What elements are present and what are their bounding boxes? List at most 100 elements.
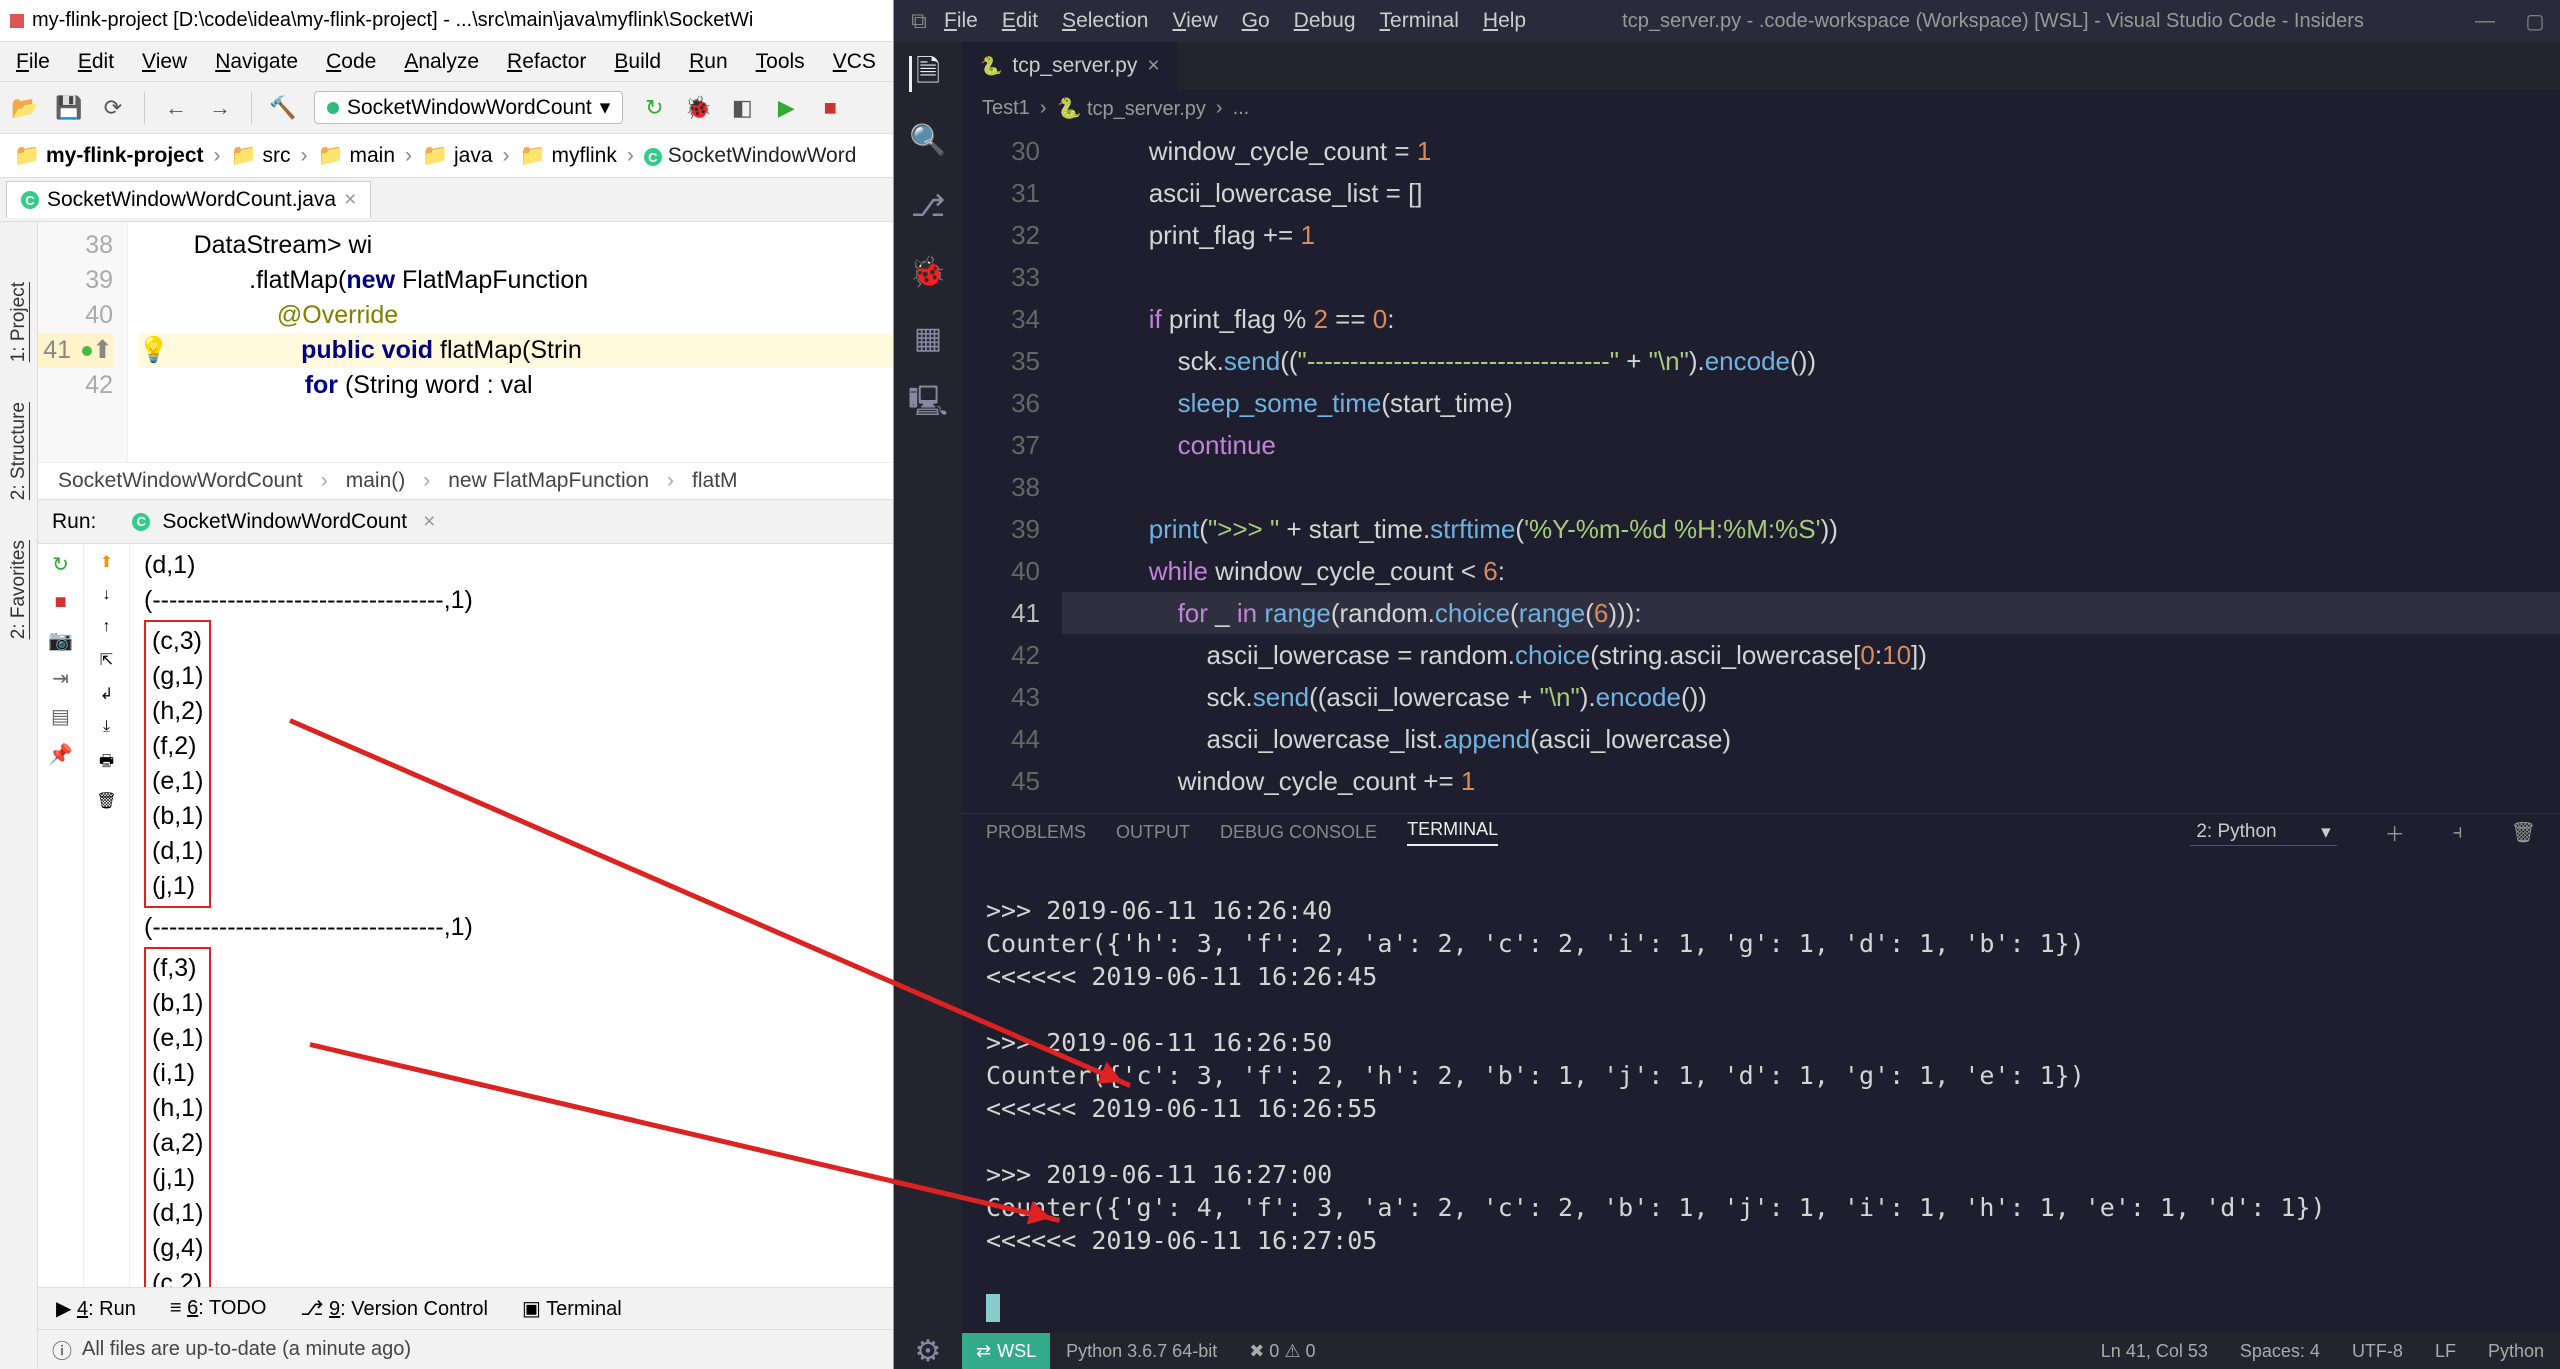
pin-icon[interactable]: 📌 xyxy=(49,742,73,766)
vs-editor[interactable]: 30313233343536373839404142434445 window_… xyxy=(962,126,2560,813)
menu-debug[interactable]: Debug xyxy=(1294,9,1356,33)
bread-item[interactable]: 🐍 tcp_server.py xyxy=(1056,96,1205,121)
play-icon[interactable]: ▶ xyxy=(773,95,799,121)
down-icon[interactable]: ↓ xyxy=(103,586,111,604)
menu-edit[interactable]: Edit xyxy=(1002,9,1038,33)
panel-tab-problems[interactable]: PROBLEMS xyxy=(986,822,1086,843)
crumb-item[interactable]: SocketWindowWordCount xyxy=(58,469,303,493)
save-icon[interactable]: 💾 xyxy=(56,95,82,121)
terminal-selector[interactable]: 2: Python xyxy=(2190,819,2336,846)
panel-tab-output[interactable]: OUTPUT xyxy=(1116,822,1190,843)
layout-icon[interactable]: ▤ xyxy=(49,704,73,728)
status-lang[interactable]: Python xyxy=(2472,1341,2560,1362)
menu-help[interactable]: Help xyxy=(1483,9,1526,33)
side-tab[interactable]: 1: Project xyxy=(8,282,30,362)
status-problems[interactable]: ✖ 0 ⚠ 0 xyxy=(1233,1341,1331,1362)
close-icon[interactable]: × xyxy=(344,188,356,212)
debug-icon[interactable]: 🐞 xyxy=(910,254,946,290)
bread-src[interactable]: 📁 src xyxy=(231,144,291,168)
close-icon[interactable]: × xyxy=(423,510,435,534)
bread-item[interactable]: ... xyxy=(1233,97,1250,120)
build-icon[interactable]: 🔨 xyxy=(270,95,296,121)
terminal-tab[interactable]: ▣ Terminal xyxy=(522,1296,622,1321)
menu-run[interactable]: Run xyxy=(689,50,728,74)
debug-icon[interactable]: 🐞 xyxy=(685,95,711,121)
rerun-icon[interactable]: ↻ xyxy=(49,552,73,576)
menu-navigate[interactable]: Navigate xyxy=(215,50,298,74)
trash-icon[interactable]: 🗑 xyxy=(96,791,116,811)
menu-file[interactable]: File xyxy=(16,50,50,74)
menu-terminal[interactable]: Terminal xyxy=(1380,9,1459,33)
open-icon[interactable]: 📂 xyxy=(12,95,38,121)
coverage-icon[interactable]: ◧ xyxy=(729,95,755,121)
camera-icon[interactable]: 📷 xyxy=(49,628,73,652)
bread-SocketWindowWord[interactable]: C SocketWindowWord xyxy=(644,144,857,168)
panel-tab-debug-console[interactable]: DEBUG CONSOLE xyxy=(1220,822,1377,843)
run-icon[interactable]: ↻ xyxy=(641,95,667,121)
search-icon[interactable]: 🔍 xyxy=(910,122,946,158)
editor-tab[interactable]: C SocketWindowWordCount.java × xyxy=(6,181,371,218)
menu-analyze[interactable]: Analyze xyxy=(404,50,479,74)
extensions-icon[interactable]: ▦ xyxy=(910,320,946,356)
stop-icon[interactable]: ■ xyxy=(817,95,843,121)
explorer-icon[interactable]: 🗎 xyxy=(909,56,945,92)
panel-tab-terminal[interactable]: TERMINAL xyxy=(1407,819,1498,846)
status-spaces[interactable]: Spaces: 4 xyxy=(2224,1341,2336,1362)
vs-source[interactable]: window_cycle_count = 1 ascii_lowercase_l… xyxy=(1062,126,2560,813)
trash-icon[interactable]: 🗑 xyxy=(2511,820,2536,845)
scroll-icon[interactable]: ⤓ xyxy=(103,718,110,736)
bread-myflink[interactable]: 📁 myflink xyxy=(520,144,617,168)
menu-view[interactable]: View xyxy=(1172,9,1217,33)
minimize-icon[interactable]: — xyxy=(2460,10,2510,33)
close-icon[interactable]: × xyxy=(1147,54,1159,78)
status-encoding[interactable]: UTF-8 xyxy=(2336,1341,2419,1362)
status-eol[interactable]: LF xyxy=(2419,1341,2472,1362)
crumb-item[interactable]: flatM xyxy=(692,469,738,493)
side-tab[interactable]: 2: Favorites xyxy=(8,540,30,639)
vs-breadcrumb[interactable]: Test1›🐍 tcp_server.py›... xyxy=(962,90,2560,126)
todo-tab[interactable]: ≡ 6: TODO xyxy=(170,1297,267,1320)
up-icon[interactable]: ⬆ xyxy=(100,552,113,572)
vcs-tab[interactable]: ⎇ 9: Version Control xyxy=(300,1296,488,1321)
side-tab[interactable]: 2: Structure xyxy=(8,402,30,500)
bread-main[interactable]: 📁 main xyxy=(318,144,396,168)
editor-tab[interactable]: 🐍 tcp_server.py × xyxy=(962,42,1178,90)
status-python[interactable]: Python 3.6.7 64-bit xyxy=(1050,1341,1233,1362)
bread-java[interactable]: 📁 java xyxy=(422,144,493,168)
forward-icon[interactable]: → xyxy=(207,95,233,121)
status-position[interactable]: Ln 41, Col 53 xyxy=(2085,1341,2224,1362)
menu-selection[interactable]: Selection xyxy=(1062,9,1148,33)
git-icon[interactable]: ⎇ xyxy=(910,188,946,224)
ij-source[interactable]: DataStream> wi .flatMap(new FlatMapFunct… xyxy=(128,222,893,462)
run-config-combo[interactable]: SocketWindowWordCount ▾ xyxy=(314,91,623,124)
vs-terminal[interactable]: >>> 2019-06-11 16:26:40 Counter({'h': 3,… xyxy=(962,851,2560,1333)
stop-icon[interactable]: ■ xyxy=(49,590,73,614)
maximize-icon[interactable]: ▢ xyxy=(2510,9,2560,34)
bread-my-flink-project[interactable]: 📁 my-flink-project xyxy=(14,144,204,168)
bread-item[interactable]: Test1 xyxy=(982,97,1030,120)
menu-tools[interactable]: Tools xyxy=(756,50,805,74)
status-wsl[interactable]: ⇄WSL xyxy=(962,1333,1050,1369)
up2-icon[interactable]: ↑ xyxy=(103,618,111,636)
split-icon[interactable]: ⫞ xyxy=(2453,821,2463,844)
remote-icon[interactable]: 🖳 xyxy=(910,386,946,422)
ij-editor[interactable]: 38394041 ⬆42 DataStream> wi .flatMap(new… xyxy=(38,222,893,462)
plus-icon[interactable]: ＋ xyxy=(2385,818,2405,847)
settings-icon[interactable]: ⚙ xyxy=(910,1333,946,1369)
menu-edit[interactable]: Edit xyxy=(78,50,114,74)
menu-code[interactable]: Code xyxy=(326,50,376,74)
menu-go[interactable]: Go xyxy=(1242,9,1270,33)
refresh-icon[interactable]: ⟳ xyxy=(100,95,126,121)
export-icon[interactable]: ⇱ xyxy=(100,650,113,670)
back-icon[interactable]: ← xyxy=(163,95,189,121)
ij-run-output[interactable]: (d,1)(----------------------------------… xyxy=(130,544,893,1287)
menu-file[interactable]: File xyxy=(944,9,978,33)
menu-vcs[interactable]: VCS xyxy=(833,50,876,74)
menu-refactor[interactable]: Refactor xyxy=(507,50,586,74)
exit-icon[interactable]: ⇥ xyxy=(49,666,73,690)
wrap-icon[interactable]: ↲ xyxy=(100,684,113,704)
menu-build[interactable]: Build xyxy=(614,50,661,74)
crumb-item[interactable]: main() xyxy=(346,469,406,493)
menu-view[interactable]: View xyxy=(142,50,187,74)
print-icon[interactable]: 🖶 xyxy=(99,750,114,777)
